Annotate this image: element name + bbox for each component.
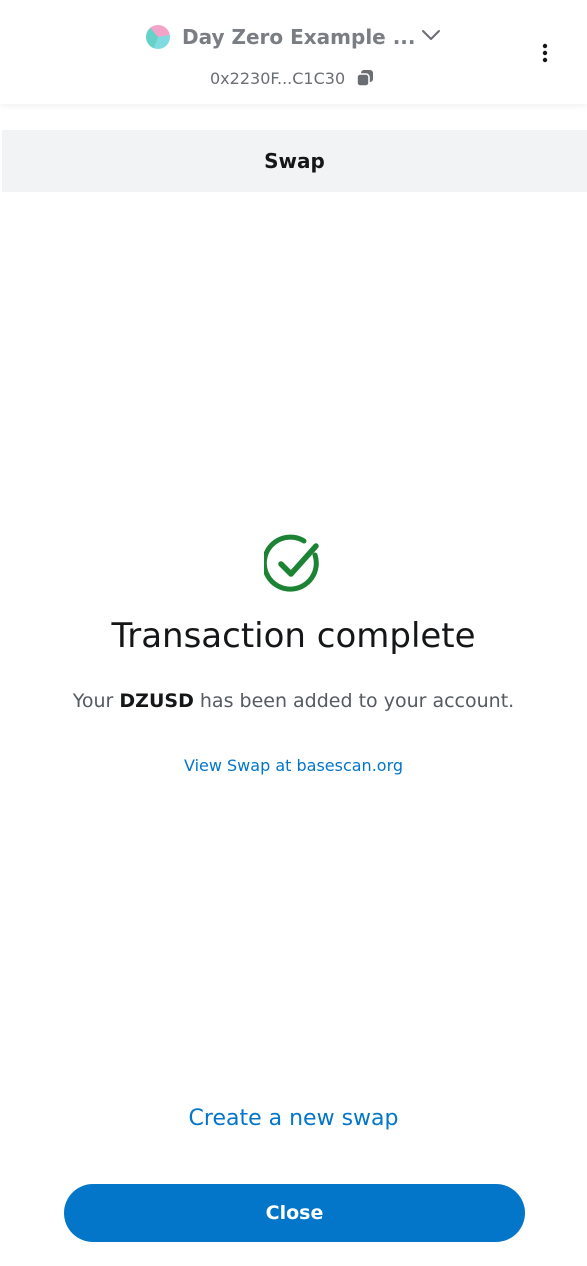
close-button[interactable]: Close [64,1184,525,1242]
account-picker[interactable]: Day Zero Example ... [146,22,416,52]
account-avatar-icon [146,25,170,49]
transaction-status-message: Your DZUSD has been added to your accoun… [0,690,587,712]
message-prefix: Your [72,690,114,712]
copy-icon[interactable] [355,68,375,88]
transaction-status-title: Transaction complete [111,616,476,656]
chevron-down-icon[interactable] [420,27,442,43]
account-address: 0x2230F...C1C30 [210,68,346,88]
create-new-swap-link[interactable]: Create a new swap [0,1106,587,1131]
account-menu-button[interactable] [532,38,558,68]
token-symbol: DZUSD [119,690,194,712]
app-root: Day Zero Example ... 0x2230F...C1C30 Swa… [0,0,587,1266]
account-name: Day Zero Example ... [182,25,416,49]
account-header: Day Zero Example ... 0x2230F...C1C30 [0,0,587,104]
check-circle-icon [264,534,319,592]
account-address-row[interactable]: 0x2230F...C1C30 [210,66,375,90]
kebab-menu-icon [542,43,548,63]
message-suffix: has been added to your account. [199,690,515,712]
page-title: Swap [264,149,325,173]
view-on-explorer-link[interactable]: View Swap at basescan.org [0,756,587,775]
page-header: Swap [2,130,587,192]
